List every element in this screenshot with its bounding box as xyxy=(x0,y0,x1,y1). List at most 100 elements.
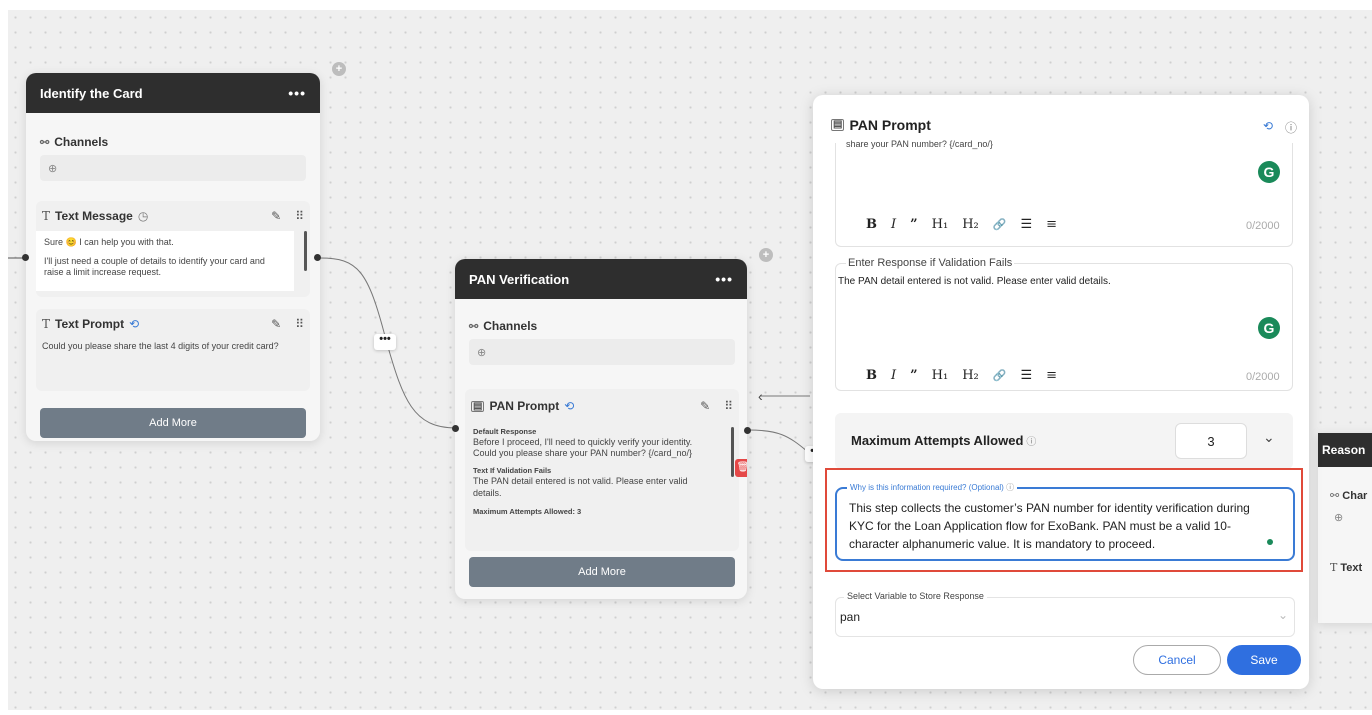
ai-icon: ⟲ xyxy=(129,317,140,331)
panel-header: ▤ PAN Prompt xyxy=(831,117,931,133)
h2-icon[interactable]: H₂ xyxy=(962,217,979,232)
bullet-list-icon[interactable]: ≡ xyxy=(1046,368,1057,383)
validation-text: The PAN detail entered is not valid. Ple… xyxy=(473,475,688,498)
node-header[interactable]: PAN Verification ••• xyxy=(455,259,747,299)
channels-icon: ⚯ xyxy=(40,136,50,149)
bold-icon[interactable]: B xyxy=(866,368,877,383)
why-required-field[interactable]: Why is this information required? (Optio… xyxy=(835,482,1295,561)
globe-icon: ⊕ xyxy=(48,162,58,175)
italic-icon[interactable]: I xyxy=(891,368,896,383)
channels-label: Char xyxy=(1342,490,1368,502)
italic-icon[interactable]: I xyxy=(891,217,896,232)
node-title: Reason xyxy=(1318,433,1372,467)
ai-icon[interactable]: ⟲ xyxy=(1263,119,1273,133)
node-title: Identify the Card xyxy=(40,85,143,101)
scrollbar[interactable] xyxy=(731,427,734,477)
max-attempts-row: Maximum Attempts Allowed ⓘ 3 ⌄ xyxy=(835,413,1293,469)
quote-icon[interactable]: ” xyxy=(910,217,917,232)
cancel-button[interactable]: Cancel xyxy=(1133,645,1221,675)
pan-prompt-label: PAN Prompt xyxy=(489,399,560,413)
input-port[interactable] xyxy=(452,425,459,432)
channels-heading: ⚯ Char xyxy=(1330,489,1367,502)
text-type-icon: T xyxy=(1330,561,1338,574)
edit-icon[interactable]: ✎ xyxy=(271,317,281,331)
h1-icon[interactable]: H₁ xyxy=(932,368,949,383)
text-message-item[interactable]: T Text Message ◷ ✎ ⠿ Sure 😊 I can help y… xyxy=(36,201,310,297)
pan-prompt-panel[interactable]: ▤ PAN Prompt ⟲ ⓘ share your PAN number? … xyxy=(813,95,1309,689)
info-icon[interactable]: ⓘ xyxy=(1285,119,1297,136)
why-required-value[interactable]: This step collects the customer’s PAN nu… xyxy=(849,499,1259,554)
channels-icon: ⚯ xyxy=(1330,490,1340,502)
quote-icon[interactable]: ” xyxy=(910,368,917,383)
channels-heading: ⚯ Channels xyxy=(40,135,306,149)
h2-icon[interactable]: H₂ xyxy=(962,368,979,383)
char-counter: 0/2000 xyxy=(1246,220,1280,232)
validation-editor-value[interactable]: The PAN detail entered is not valid. Ple… xyxy=(838,276,1111,287)
ordered-list-icon[interactable]: ☰ xyxy=(1020,368,1032,383)
chevron-down-icon[interactable]: ⌄ xyxy=(1263,429,1275,446)
link-icon[interactable]: 🔗 xyxy=(993,218,1007,231)
output-port[interactable] xyxy=(744,427,751,434)
ordered-list-icon[interactable]: ☰ xyxy=(1020,217,1032,232)
text-item: T Text xyxy=(1330,561,1362,574)
node-identify-card[interactable]: Identify the Card ••• ⚯ Channels ⊕ T Tex… xyxy=(26,73,320,441)
panel-title: PAN Prompt xyxy=(849,117,931,133)
h1-icon[interactable]: H₁ xyxy=(932,217,949,232)
message-line-2: I'll just need a couple of details to id… xyxy=(44,255,265,278)
chevron-left-icon[interactable]: ‹ xyxy=(758,388,763,404)
select-variable-value: pan xyxy=(840,610,861,624)
formatting-toolbar: B I ” H₁ H₂ 🔗 ☰ ≡ xyxy=(866,368,1057,383)
bold-icon[interactable]: B xyxy=(866,217,877,232)
drag-handle-icon[interactable]: ⠿ xyxy=(295,317,304,331)
select-variable-field[interactable]: Select Variable to Store Response pan ⌄ xyxy=(835,591,1295,637)
edit-icon[interactable]: ✎ xyxy=(271,209,281,223)
save-button[interactable]: Save xyxy=(1227,645,1301,675)
input-port[interactable] xyxy=(22,254,29,261)
grammarly-icon[interactable]: G xyxy=(1258,317,1280,339)
add-node-icon[interactable]: + xyxy=(332,62,346,76)
grammarly-icon[interactable]: G xyxy=(1258,161,1280,183)
node-title: PAN Verification xyxy=(469,271,570,287)
info-icon[interactable]: ⓘ xyxy=(1026,433,1036,448)
edit-icon[interactable]: ✎ xyxy=(700,399,710,413)
max-attempts-input[interactable]: 3 xyxy=(1175,423,1247,459)
globe-icon: ⊕ xyxy=(1334,512,1344,524)
default-response-partial: share your PAN number? {/card_no/} xyxy=(846,139,993,149)
add-more-button[interactable]: Add More xyxy=(40,408,306,438)
delete-icon[interactable]: 🗑 xyxy=(735,459,747,477)
channels-heading: ⚯ Channels xyxy=(469,319,735,333)
add-more-button[interactable]: Add More xyxy=(469,557,735,587)
link-icon[interactable]: 🔗 xyxy=(993,369,1007,382)
pan-prompt-item[interactable]: ▤ PAN Prompt ⟲ ✎ ⠿ Default Response Befo… xyxy=(465,389,747,551)
default-response-label: Default Response xyxy=(473,427,537,436)
output-port[interactable] xyxy=(314,254,321,261)
channels-row[interactable]: ⊕ xyxy=(40,155,306,181)
message-line-1: Sure 😊 I can help you with that. xyxy=(44,237,174,247)
grammarly-status-icon xyxy=(1267,539,1273,545)
drag-handle-icon[interactable]: ⠿ xyxy=(295,209,304,223)
node-pan-verification[interactable]: PAN Verification ••• ⚯ Channels ⊕ ▤ PAN … xyxy=(455,259,747,599)
node-reason-fragment[interactable]: Reason ⚯ Char ⊕ T Text xyxy=(1318,433,1372,623)
add-node-icon[interactable]: + xyxy=(759,248,773,262)
text-prompt-item[interactable]: T Text Prompt ⟲ ✎ ⠿ Could you please sha… xyxy=(36,309,310,391)
node-header[interactable]: Identify the Card ••• xyxy=(26,73,320,113)
default-response-editor[interactable]: share your PAN number? {/card_no/} G B I… xyxy=(835,139,1293,247)
bullet-list-icon[interactable]: ≡ xyxy=(1046,217,1057,232)
node-menu-icon[interactable]: ••• xyxy=(715,271,733,287)
globe-icon: ⊕ xyxy=(477,346,487,359)
validation-editor[interactable]: Enter Response if Validation Fails The P… xyxy=(835,257,1293,391)
default-response-text: Before I proceed, I'll need to quickly v… xyxy=(473,436,693,459)
channels-row[interactable]: ⊕ xyxy=(469,339,735,365)
validation-editor-label: Enter Response if Validation Fails xyxy=(846,257,1015,269)
drag-handle-icon[interactable]: ⠿ xyxy=(724,399,733,413)
max-attempts-heading: Maximum Attempts Allowed ⓘ xyxy=(851,433,1036,448)
node-menu-icon[interactable]: ••• xyxy=(288,85,306,101)
scrollbar[interactable] xyxy=(304,231,307,271)
info-icon[interactable]: ⓘ xyxy=(1006,483,1014,492)
text-message-label: Text Message xyxy=(55,209,133,223)
why-required-label: Why is this information required? (Optio… xyxy=(850,483,1004,492)
chevron-down-icon[interactable]: ⌄ xyxy=(1278,608,1288,622)
char-counter: 0/2000 xyxy=(1246,371,1280,383)
connector-menu-icon[interactable]: ••• xyxy=(374,334,396,350)
prompt-type-icon: ▤ xyxy=(831,119,845,131)
